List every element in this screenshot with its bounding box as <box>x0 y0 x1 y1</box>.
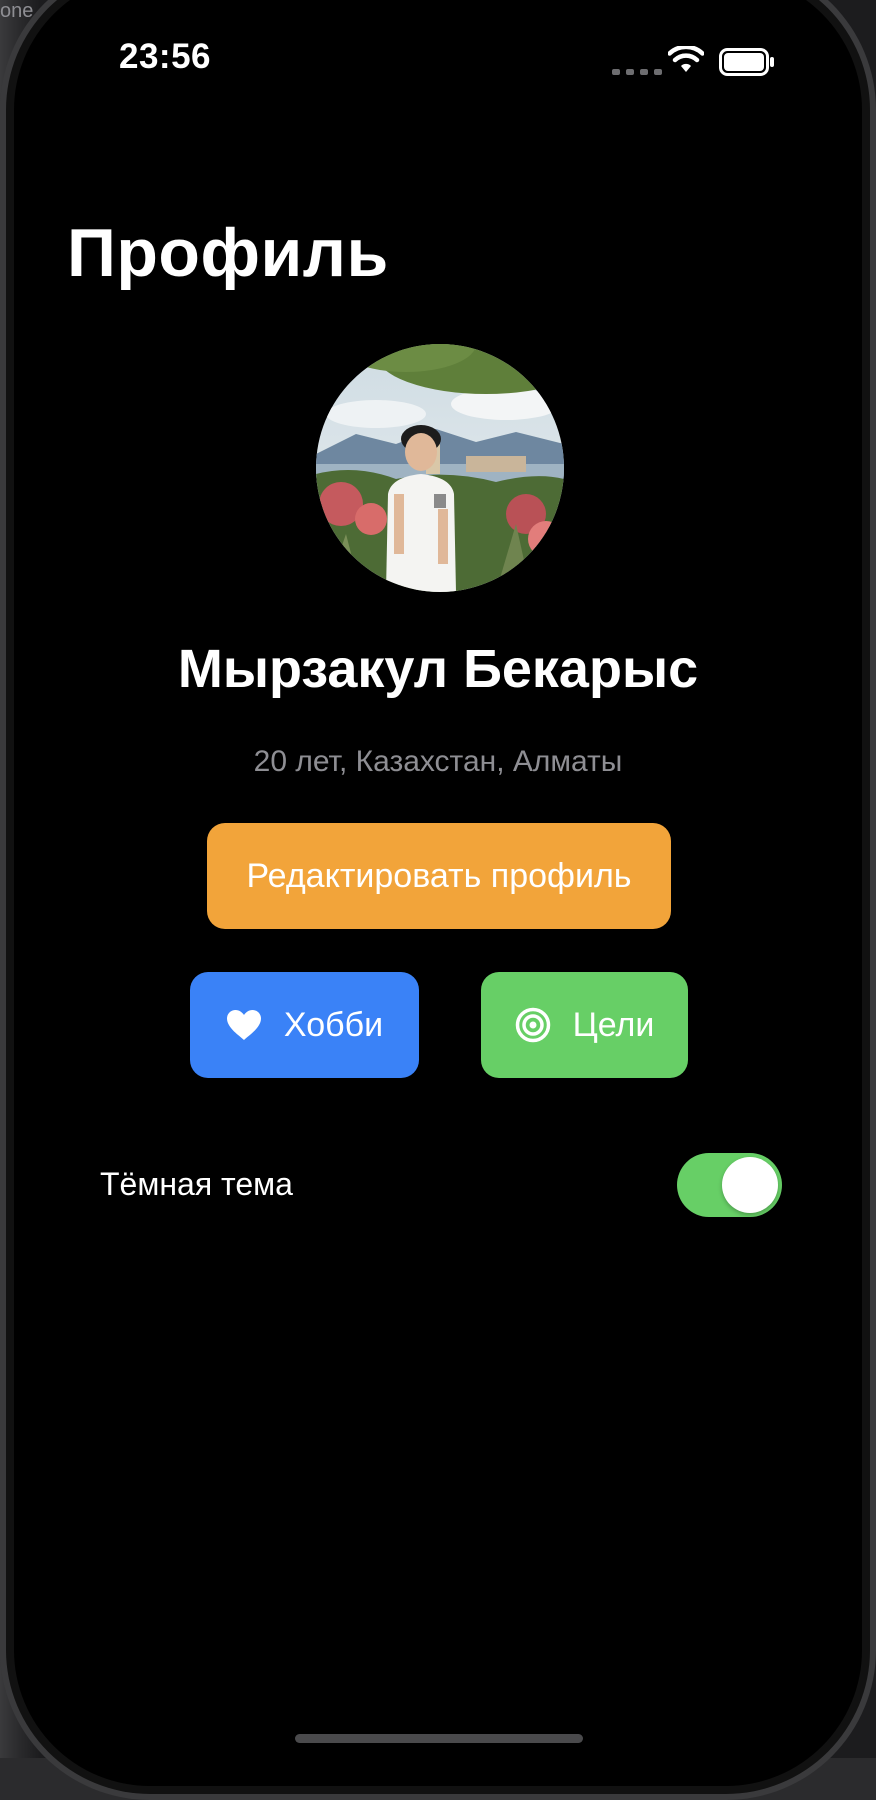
user-details: 20 лет, Казахстан, Алматы <box>253 745 623 778</box>
page-title: Профиль <box>67 215 389 291</box>
dark-theme-toggle[interactable] <box>677 1153 782 1217</box>
hobby-button[interactable]: Хобби <box>190 972 419 1078</box>
wifi-icon <box>668 46 704 72</box>
avatar[interactable] <box>316 344 564 592</box>
dark-theme-label: Тёмная тема <box>100 1166 293 1202</box>
target-icon <box>515 1007 550 1043</box>
hobby-label: Хобби <box>283 1005 384 1044</box>
goals-button[interactable]: Цели <box>481 972 688 1078</box>
toggle-knob <box>722 1157 778 1213</box>
edit-profile-button[interactable]: Редактировать профиль <box>207 823 671 929</box>
heart-icon <box>226 1010 261 1040</box>
battery-icon <box>719 48 774 76</box>
home-indicator[interactable] <box>295 1734 583 1743</box>
status-time: 23:56 <box>119 37 212 76</box>
goals-label: Цели <box>572 1005 655 1044</box>
phone-screen: 23:56 Профиль Мырзакул Бекарыс 20 лет, К… <box>14 0 862 1786</box>
user-name: Мырзакул Бекарыс <box>177 639 699 699</box>
avatar-photo <box>316 344 564 592</box>
cellular-signal-icon <box>612 69 662 75</box>
status-icons <box>612 44 782 78</box>
edit-profile-label: Редактировать профиль <box>246 856 632 895</box>
dark-theme-row: Тёмная тема <box>100 1150 783 1220</box>
